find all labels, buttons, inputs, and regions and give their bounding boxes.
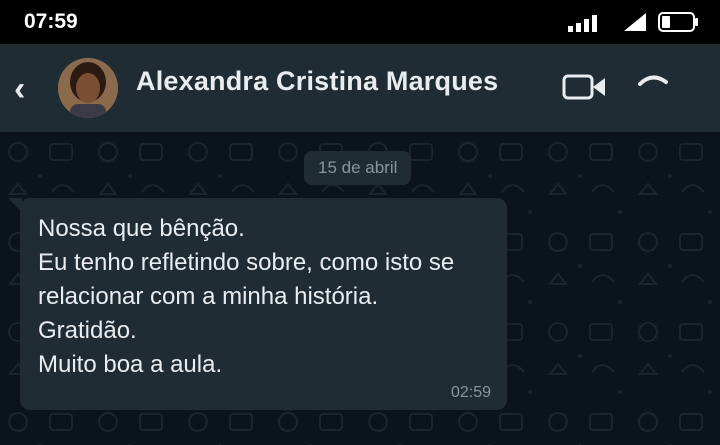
chat-header: ‹ Alexandra Cristina Marques (0, 44, 720, 132)
signal-icon (568, 15, 597, 32)
date-chip: 15 de abril (304, 151, 412, 185)
voice-call-icon[interactable] (636, 70, 670, 100)
battery-icon (658, 12, 698, 32)
incoming-message-bubble[interactable]: Nossa que bênção. Eu tenho refletindo so… (20, 198, 507, 410)
avatar-image (58, 58, 118, 118)
contact-name[interactable]: Alexandra Cristina Marques (136, 66, 498, 97)
message-timestamp: 02:59 (450, 384, 491, 401)
wifi-icon (624, 13, 646, 31)
message-line: Gratidão. (38, 317, 137, 344)
message-line: relacionar com a minha história. (38, 283, 379, 310)
back-icon[interactable]: ‹ (14, 72, 25, 106)
message-line: Muito boa a aula. (38, 351, 223, 378)
chat-area: 15 de abril Nossa que bênção. Eu tenho r… (0, 132, 720, 445)
message-line: Eu tenho refletindo sobre, como isto se (38, 249, 455, 276)
message-text: Nossa que bênção. Eu tenho refletindo so… (38, 212, 454, 382)
status-bar: 07:59 (0, 0, 720, 44)
message-line: Nossa que bênção. (38, 215, 245, 242)
status-time: 07:59 (24, 10, 78, 33)
video-call-icon[interactable] (562, 74, 608, 100)
avatar[interactable] (58, 58, 118, 118)
